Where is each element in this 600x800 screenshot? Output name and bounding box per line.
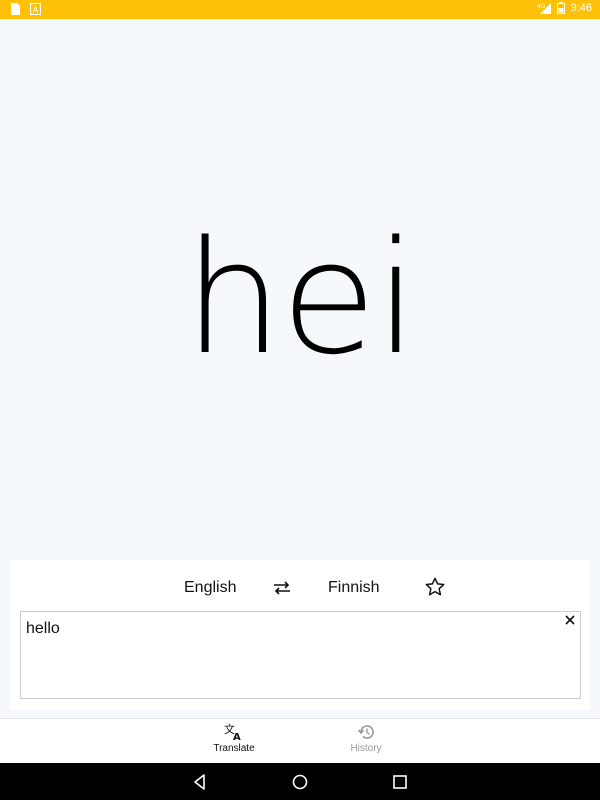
swap-icon[interactable] [272, 578, 292, 598]
status-bar: A 4G 9:46 [0, 0, 600, 19]
svg-text:4G: 4G [537, 3, 546, 10]
close-icon[interactable] [563, 613, 577, 627]
battery-icon [556, 2, 565, 14]
svg-text:A: A [233, 732, 241, 741]
source-language-button[interactable]: English [184, 579, 236, 597]
bottom-navigation: 文 A Translate History [0, 718, 600, 763]
svg-text:A: A [33, 6, 39, 15]
translation-result-area: hei [0, 19, 600, 559]
nav-tab-history[interactable]: History [326, 723, 406, 754]
translate-icon: 文 A [224, 723, 241, 741]
system-navigation-bar [0, 763, 600, 800]
language-selector-row: English Finnish [10, 574, 590, 602]
star-outline-icon[interactable] [424, 576, 446, 598]
signal-icon: 4G [537, 3, 551, 14]
sim-card-icon [11, 3, 20, 15]
app-a-icon: A [30, 3, 41, 15]
source-text-input[interactable]: hello [20, 611, 581, 699]
history-icon [357, 725, 374, 739]
back-icon[interactable] [191, 773, 209, 791]
translation-result: hei [183, 207, 418, 389]
target-language-button[interactable]: Finnish [328, 579, 380, 597]
status-time: 9:46 [570, 2, 592, 14]
nav-tab-translate[interactable]: 文 A Translate [194, 723, 274, 754]
home-icon[interactable] [291, 773, 309, 791]
source-text-value[interactable]: hello [26, 620, 60, 638]
nav-tab-translate-label: Translate [213, 743, 255, 754]
recents-icon[interactable] [391, 773, 409, 791]
translate-panel: English Finnish hello [10, 560, 590, 710]
nav-tab-history-label: History [350, 743, 382, 754]
